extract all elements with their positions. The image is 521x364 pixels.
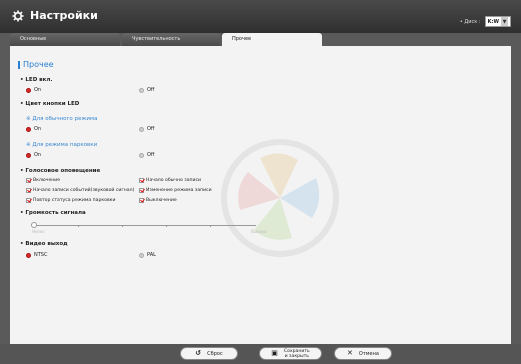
slider-tick xyxy=(122,225,123,227)
reset-label: Сброс xyxy=(207,350,223,357)
tab-basic[interactable]: Основные xyxy=(10,33,120,46)
volume-label: • Громкость сигнала xyxy=(20,210,86,216)
parking-off-radio[interactable]: Off xyxy=(139,152,154,158)
checkbox-box xyxy=(26,198,31,203)
cancel-label: Отмена xyxy=(358,350,379,357)
led-color-label: • Цвет кнопки LED xyxy=(20,101,80,107)
checkbox-label: Повтор статуса режима парковки xyxy=(33,198,116,203)
parking-on-radio[interactable]: On xyxy=(26,152,41,158)
disk-dropdown[interactable]: K:W ▼ xyxy=(484,16,511,27)
reset-button[interactable]: ↺ Сброс xyxy=(180,347,238,360)
radio-dot xyxy=(26,152,31,158)
brand-watermark-icon xyxy=(221,139,339,257)
save-close-label: Сохранить и закрыть xyxy=(284,349,310,359)
video-pal-radio[interactable]: PAL xyxy=(139,252,156,258)
normal-off-radio[interactable]: Off xyxy=(139,126,154,132)
checkbox-box xyxy=(26,188,31,193)
chevron-down-icon[interactable]: ▼ xyxy=(501,17,508,26)
save-icon: ▣ xyxy=(271,349,278,357)
led-off-label: Off xyxy=(147,87,155,93)
voice-checkbox-mode-change[interactable]: Изменение режима записи xyxy=(139,188,212,193)
section-title-text: Прочее xyxy=(23,60,54,69)
checkbox-label: Включение xyxy=(33,178,61,183)
tab-other[interactable]: Прочее xyxy=(222,33,322,46)
cancel-button[interactable]: ✕ Отмена xyxy=(334,347,392,360)
volume-min-label: Низко xyxy=(32,229,45,234)
checkbox-label: Выключение xyxy=(146,198,177,203)
section-marker xyxy=(18,60,20,69)
radio-dot xyxy=(26,252,31,258)
parking-mode-label: ※ Для режима парковки xyxy=(26,142,98,148)
slider-handle[interactable] xyxy=(31,222,37,228)
checkbox-box xyxy=(139,198,144,203)
radio-dot xyxy=(139,87,144,93)
parking-on-label: On xyxy=(34,152,42,158)
radio-dot xyxy=(139,152,144,158)
disk-value: K:W xyxy=(487,18,499,25)
normal-on-radio[interactable]: On xyxy=(26,126,41,132)
save-close-button[interactable]: ▣ Сохранить и закрыть xyxy=(259,347,322,360)
checkbox-box xyxy=(139,178,144,183)
window-title: Настройки xyxy=(30,9,98,22)
checkbox-label: Начало записи событий(звуковой сигнал) xyxy=(33,188,135,193)
volume-max-label: Высоко xyxy=(251,229,267,234)
tab-sensitivity[interactable]: Чувствительность xyxy=(122,33,220,46)
slider-tick xyxy=(210,225,211,227)
video-ntsc-radio[interactable]: NTSC xyxy=(26,252,47,258)
radio-dot xyxy=(26,126,31,132)
settings-window: Настройки • Диск : K:W ▼ Основные Чувств… xyxy=(0,0,521,364)
led-label: • LED вкл. xyxy=(20,77,53,83)
normal-on-label: On xyxy=(34,126,42,132)
checkbox-box xyxy=(139,188,144,193)
video-label: • Видео выход xyxy=(20,241,68,247)
video-ntsc-label: NTSC xyxy=(34,252,48,258)
radio-dot xyxy=(139,126,144,132)
led-on-label: On xyxy=(34,87,42,93)
close-icon: ✕ xyxy=(347,349,353,357)
settings-panel: Прочее • LED вкл. On Off • Цвет кнопки L… xyxy=(10,46,511,344)
voice-checkbox-parking-repeat[interactable]: Повтор статуса режима парковки xyxy=(26,198,115,203)
save-label-line2: и закрыть xyxy=(284,353,310,359)
section-title: Прочее xyxy=(18,60,54,69)
disk-selector: • Диск : K:W ▼ xyxy=(460,16,511,27)
radio-dot xyxy=(26,87,31,93)
tab-bar: Основные Чувствительность Прочее xyxy=(10,33,322,46)
volume-slider[interactable] xyxy=(31,222,256,228)
led-on-radio[interactable]: On xyxy=(26,87,41,93)
checkbox-label: Изменение режима записи xyxy=(146,188,212,193)
video-pal-label: PAL xyxy=(147,252,156,258)
slider-tick xyxy=(166,225,167,227)
checkbox-box xyxy=(26,178,31,183)
reset-icon: ↺ xyxy=(195,349,202,357)
normal-off-label: Off xyxy=(147,126,155,132)
gear-icon xyxy=(12,10,24,22)
checkbox-label: Начало обычно записи xyxy=(146,178,202,183)
disk-label: • Диск : xyxy=(459,18,481,25)
title-bar: Настройки • Диск : K:W ▼ xyxy=(0,0,521,33)
voice-checkbox-normal-rec[interactable]: Начало обычно записи xyxy=(139,178,201,183)
normal-mode-label: ※ Для обычного режима xyxy=(26,116,98,122)
slider-tick xyxy=(78,225,79,227)
footer-bar: ↺ Сброс ▣ Сохранить и закрыть ✕ Отмена xyxy=(0,344,521,364)
voice-label: • Голосовое оповещение xyxy=(20,168,101,174)
radio-dot xyxy=(139,252,144,258)
parking-off-label: Off xyxy=(147,152,155,158)
voice-checkbox-power-on[interactable]: Включение xyxy=(26,178,60,183)
led-off-radio[interactable]: Off xyxy=(139,87,154,93)
voice-checkbox-event-rec[interactable]: Начало записи событий(звуковой сигнал) xyxy=(26,188,134,193)
voice-checkbox-power-off[interactable]: Выключение xyxy=(139,198,177,203)
